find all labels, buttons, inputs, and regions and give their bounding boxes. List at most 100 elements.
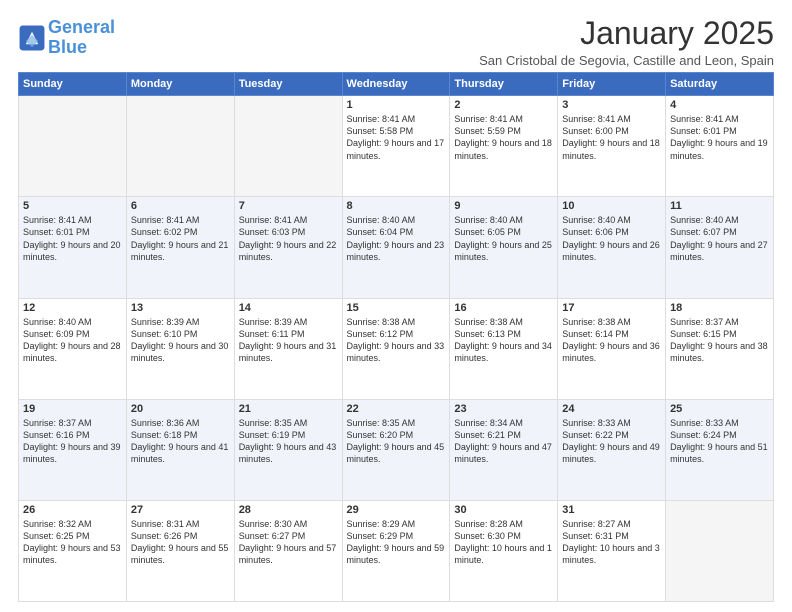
day-content: Sunrise: 8:39 AM Sunset: 6:11 PM Dayligh… <box>239 316 338 365</box>
table-row: 22 Sunrise: 8:35 AM Sunset: 6:20 PM Dayli… <box>342 399 450 500</box>
header-saturday: Saturday <box>666 73 774 96</box>
day-content: Sunrise: 8:41 AM Sunset: 6:02 PM Dayligh… <box>131 214 230 263</box>
table-row: 31Sunrise: 8:27 AM Sunset: 6:31 PM Dayli… <box>558 500 666 601</box>
title-section: January 2025 San Cristobal de Segovia, C… <box>479 16 774 68</box>
day-content: Sunrise: 8:38 AM Sunset: 6:14 PM Dayligh… <box>562 316 661 365</box>
table-row: 19 Sunrise: 8:37 AM Sunset: 6:16 PM Dayli… <box>19 399 127 500</box>
day-number: 10 <box>562 200 661 212</box>
header-monday: Monday <box>126 73 234 96</box>
calendar-week-row: 5 Sunrise: 8:41 AM Sunset: 6:01 PM Daylig… <box>19 197 774 298</box>
day-number: 17 <box>562 302 661 314</box>
month-year: January 2025 <box>479 16 774 51</box>
day-number: 13 <box>131 302 230 314</box>
table-row: 6 Sunrise: 8:41 AM Sunset: 6:02 PM Daylig… <box>126 197 234 298</box>
table-row: 7 Sunrise: 8:41 AM Sunset: 6:03 PM Daylig… <box>234 197 342 298</box>
day-content: Sunrise: 8:33 AM Sunset: 6:24 PM Dayligh… <box>670 417 769 466</box>
table-row: 29 Sunrise: 8:29 AM Sunset: 6:29 PM Dayli… <box>342 500 450 601</box>
day-number: 2 <box>454 99 553 111</box>
day-content: Sunrise: 8:41 AM Sunset: 5:59 PM Dayligh… <box>454 113 553 162</box>
header-friday: Friday <box>558 73 666 96</box>
day-number: 18 <box>670 302 769 314</box>
header-wednesday: Wednesday <box>342 73 450 96</box>
table-row: 24 Sunrise: 8:33 AM Sunset: 6:22 PM Dayli… <box>558 399 666 500</box>
header-sunday: Sunday <box>19 73 127 96</box>
table-row: 13 Sunrise: 8:39 AM Sunset: 6:10 PM Dayli… <box>126 298 234 399</box>
weekday-header-row: Sunday Monday Tuesday Wednesday Thursday… <box>19 73 774 96</box>
day-number: 6 <box>131 200 230 212</box>
day-content: Sunrise: 8:35 AM Sunset: 6:20 PM Dayligh… <box>347 417 446 466</box>
day-number: 20 <box>131 403 230 415</box>
day-number: 5 <box>23 200 122 212</box>
day-number: 27 <box>131 504 230 516</box>
table-row: 4Sunrise: 8:41 AM Sunset: 6:01 PM Daylig… <box>666 96 774 197</box>
day-content: Sunrise: 8:37 AM Sunset: 6:16 PM Dayligh… <box>23 417 122 466</box>
day-number: 3 <box>562 99 661 111</box>
day-content: Sunrise: 8:31 AM Sunset: 6:26 PM Dayligh… <box>131 518 230 567</box>
calendar: Sunday Monday Tuesday Wednesday Thursday… <box>18 72 774 602</box>
day-content: Sunrise: 8:40 AM Sunset: 6:04 PM Dayligh… <box>347 214 446 263</box>
day-number: 19 <box>23 403 122 415</box>
day-content: Sunrise: 8:30 AM Sunset: 6:27 PM Dayligh… <box>239 518 338 567</box>
table-row: 12 Sunrise: 8:40 AM Sunset: 6:09 PM Dayli… <box>19 298 127 399</box>
table-row: 15Sunrise: 8:38 AM Sunset: 6:12 PM Dayli… <box>342 298 450 399</box>
table-row: 23 Sunrise: 8:34 AM Sunset: 6:21 PM Dayli… <box>450 399 558 500</box>
day-number: 25 <box>670 403 769 415</box>
day-number: 29 <box>347 504 446 516</box>
calendar-week-row: 19 Sunrise: 8:37 AM Sunset: 6:16 PM Dayli… <box>19 399 774 500</box>
day-content: Sunrise: 8:40 AM Sunset: 6:09 PM Dayligh… <box>23 316 122 365</box>
table-row: 20Sunrise: 8:36 AM Sunset: 6:18 PM Dayli… <box>126 399 234 500</box>
calendar-week-row: 26Sunrise: 8:32 AM Sunset: 6:25 PM Dayli… <box>19 500 774 601</box>
day-content: Sunrise: 8:37 AM Sunset: 6:15 PM Dayligh… <box>670 316 769 365</box>
logo-icon <box>18 24 46 52</box>
table-row <box>19 96 127 197</box>
table-row: 11Sunrise: 8:40 AM Sunset: 6:07 PM Dayli… <box>666 197 774 298</box>
table-row: 17 Sunrise: 8:38 AM Sunset: 6:14 PM Dayli… <box>558 298 666 399</box>
day-content: Sunrise: 8:40 AM Sunset: 6:05 PM Dayligh… <box>454 214 553 263</box>
day-number: 16 <box>454 302 553 314</box>
logo-text: General Blue <box>48 18 115 58</box>
table-row <box>126 96 234 197</box>
day-number: 28 <box>239 504 338 516</box>
day-content: Sunrise: 8:35 AM Sunset: 6:19 PM Dayligh… <box>239 417 338 466</box>
day-content: Sunrise: 8:33 AM Sunset: 6:22 PM Dayligh… <box>562 417 661 466</box>
table-row: 5 Sunrise: 8:41 AM Sunset: 6:01 PM Daylig… <box>19 197 127 298</box>
table-row <box>234 96 342 197</box>
day-content: Sunrise: 8:41 AM Sunset: 6:03 PM Dayligh… <box>239 214 338 263</box>
page: General Blue January 2025 San Cristobal … <box>0 0 792 612</box>
day-number: 23 <box>454 403 553 415</box>
table-row: 28 Sunrise: 8:30 AM Sunset: 6:27 PM Dayli… <box>234 500 342 601</box>
table-row: 2 Sunrise: 8:41 AM Sunset: 5:59 PM Daylig… <box>450 96 558 197</box>
table-row: 8 Sunrise: 8:40 AM Sunset: 6:04 PM Daylig… <box>342 197 450 298</box>
table-row: 10Sunrise: 8:40 AM Sunset: 6:06 PM Dayli… <box>558 197 666 298</box>
day-content: Sunrise: 8:28 AM Sunset: 6:30 PM Dayligh… <box>454 518 553 567</box>
logo-line2: Blue <box>48 37 87 57</box>
table-row: 30Sunrise: 8:28 AM Sunset: 6:30 PM Dayli… <box>450 500 558 601</box>
location: San Cristobal de Segovia, Castille and L… <box>479 53 774 68</box>
day-number: 24 <box>562 403 661 415</box>
day-content: Sunrise: 8:41 AM Sunset: 5:58 PM Dayligh… <box>347 113 446 162</box>
day-number: 1 <box>347 99 446 111</box>
calendar-week-row: 12 Sunrise: 8:40 AM Sunset: 6:09 PM Dayli… <box>19 298 774 399</box>
table-row: 3Sunrise: 8:41 AM Sunset: 6:00 PM Daylig… <box>558 96 666 197</box>
day-number: 8 <box>347 200 446 212</box>
day-content: Sunrise: 8:39 AM Sunset: 6:10 PM Dayligh… <box>131 316 230 365</box>
day-number: 21 <box>239 403 338 415</box>
day-content: Sunrise: 8:29 AM Sunset: 6:29 PM Dayligh… <box>347 518 446 567</box>
day-content: Sunrise: 8:38 AM Sunset: 6:13 PM Dayligh… <box>454 316 553 365</box>
day-content: Sunrise: 8:40 AM Sunset: 6:07 PM Dayligh… <box>670 214 769 263</box>
table-row: 1 Sunrise: 8:41 AM Sunset: 5:58 PM Daylig… <box>342 96 450 197</box>
table-row <box>666 500 774 601</box>
day-content: Sunrise: 8:34 AM Sunset: 6:21 PM Dayligh… <box>454 417 553 466</box>
logo: General Blue <box>18 18 115 58</box>
header-tuesday: Tuesday <box>234 73 342 96</box>
calendar-week-row: 1 Sunrise: 8:41 AM Sunset: 5:58 PM Daylig… <box>19 96 774 197</box>
day-number: 7 <box>239 200 338 212</box>
day-content: Sunrise: 8:38 AM Sunset: 6:12 PM Dayligh… <box>347 316 446 365</box>
day-number: 12 <box>23 302 122 314</box>
table-row: 21 Sunrise: 8:35 AM Sunset: 6:19 PM Dayli… <box>234 399 342 500</box>
day-number: 22 <box>347 403 446 415</box>
day-content: Sunrise: 8:41 AM Sunset: 6:01 PM Dayligh… <box>23 214 122 263</box>
table-row: 26Sunrise: 8:32 AM Sunset: 6:25 PM Dayli… <box>19 500 127 601</box>
table-row: 9Sunrise: 8:40 AM Sunset: 6:05 PM Daylig… <box>450 197 558 298</box>
table-row: 18 Sunrise: 8:37 AM Sunset: 6:15 PM Dayli… <box>666 298 774 399</box>
